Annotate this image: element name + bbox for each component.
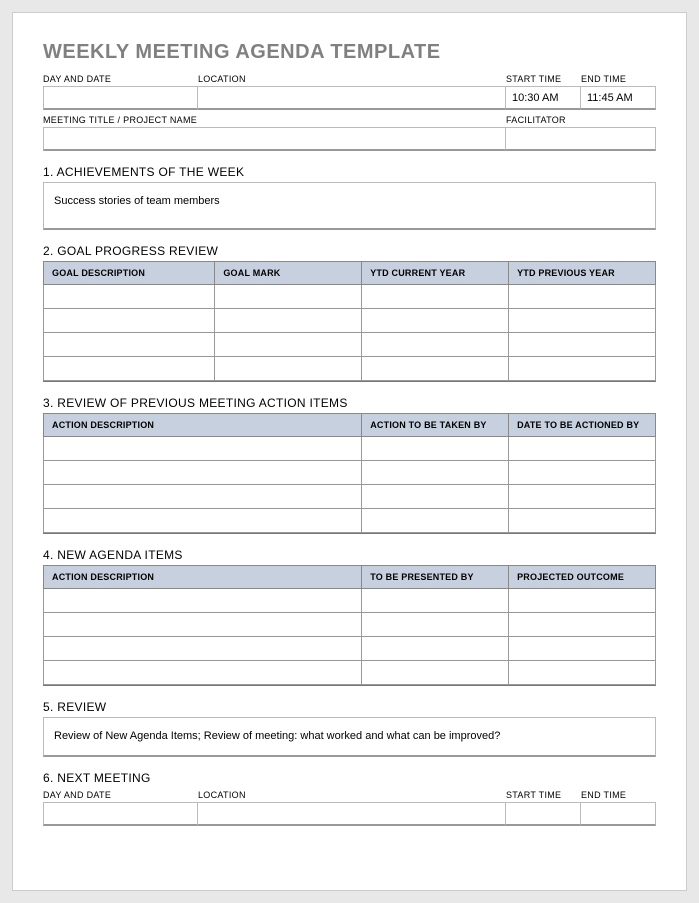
section-2-heading: 2. GOAL PROGRESS REVIEW <box>43 244 656 258</box>
table-row <box>44 661 656 685</box>
end-time-input[interactable]: 11:45 AM <box>581 86 656 110</box>
table-row <box>44 509 656 533</box>
meta-row-1: DAY AND DATE LOCATION START TIME 10:30 A… <box>43 72 656 110</box>
next-start-time-input[interactable] <box>506 802 581 826</box>
location-input[interactable] <box>198 86 506 110</box>
goal-col-mark: GOAL MARK <box>215 262 362 285</box>
goal-col-ytd-current: YTD CURRENT YEAR <box>362 262 509 285</box>
new-col-outcome: PROJECTED OUTCOME <box>509 566 656 589</box>
previous-action-table: ACTION DESCRIPTION ACTION TO BE TAKEN BY… <box>43 413 656 533</box>
next-end-time-input[interactable] <box>581 802 656 826</box>
next-end-time-label: END TIME <box>581 788 656 802</box>
table-row <box>44 357 656 381</box>
start-time-input[interactable]: 10:30 AM <box>506 86 581 110</box>
facilitator-label: FACILITATOR <box>506 113 656 127</box>
next-location-input[interactable] <box>198 802 506 826</box>
new-agenda-table: ACTION DESCRIPTION TO BE PRESENTED BY PR… <box>43 565 656 685</box>
page-title: WEEKLY MEETING AGENDA TEMPLATE <box>43 41 656 64</box>
next-location-label: LOCATION <box>198 788 506 802</box>
section-1-heading: 1. ACHIEVEMENTS OF THE WEEK <box>43 165 656 179</box>
prev-col-actioned-by: DATE TO BE ACTIONED BY <box>509 414 656 437</box>
end-time-label: END TIME <box>581 72 656 86</box>
table-row <box>44 333 656 357</box>
prev-col-description: ACTION DESCRIPTION <box>44 414 362 437</box>
next-start-time-label: START TIME <box>506 788 581 802</box>
table-row <box>44 461 656 485</box>
page: WEEKLY MEETING AGENDA TEMPLATE DAY AND D… <box>12 12 687 891</box>
table-row <box>44 285 656 309</box>
goal-col-description: GOAL DESCRIPTION <box>44 262 215 285</box>
table-row <box>44 309 656 333</box>
prev-col-taken-by: ACTION TO BE TAKEN BY <box>362 414 509 437</box>
section-4-heading: 4. NEW AGENDA ITEMS <box>43 548 656 562</box>
meeting-title-input[interactable] <box>43 127 506 151</box>
table-row <box>44 613 656 637</box>
section-1-body[interactable]: Success stories of team members <box>43 182 656 230</box>
section-5-heading: 5. REVIEW <box>43 700 656 714</box>
section-3-heading: 3. REVIEW OF PREVIOUS MEETING ACTION ITE… <box>43 396 656 410</box>
section-5-body[interactable]: Review of New Agenda Items; Review of me… <box>43 717 656 757</box>
goal-col-ytd-previous: YTD PREVIOUS YEAR <box>509 262 656 285</box>
facilitator-input[interactable] <box>506 127 656 151</box>
section-6-heading: 6. NEXT MEETING <box>43 771 656 785</box>
new-col-description: ACTION DESCRIPTION <box>44 566 362 589</box>
meeting-title-label: MEETING TITLE / PROJECT NAME <box>43 113 506 127</box>
table-row <box>44 485 656 509</box>
next-meeting-row: DAY AND DATE LOCATION START TIME END TIM… <box>43 788 656 826</box>
next-day-date-label: DAY AND DATE <box>43 788 198 802</box>
goal-progress-table: GOAL DESCRIPTION GOAL MARK YTD CURRENT Y… <box>43 261 656 381</box>
table-row <box>44 589 656 613</box>
meta-row-2: MEETING TITLE / PROJECT NAME FACILITATOR <box>43 113 656 151</box>
day-date-input[interactable] <box>43 86 198 110</box>
table-row <box>44 637 656 661</box>
next-day-date-input[interactable] <box>43 802 198 826</box>
start-time-label: START TIME <box>506 72 581 86</box>
new-col-presented-by: TO BE PRESENTED BY <box>362 566 509 589</box>
day-date-label: DAY AND DATE <box>43 72 198 86</box>
location-label: LOCATION <box>198 72 506 86</box>
table-row <box>44 437 656 461</box>
